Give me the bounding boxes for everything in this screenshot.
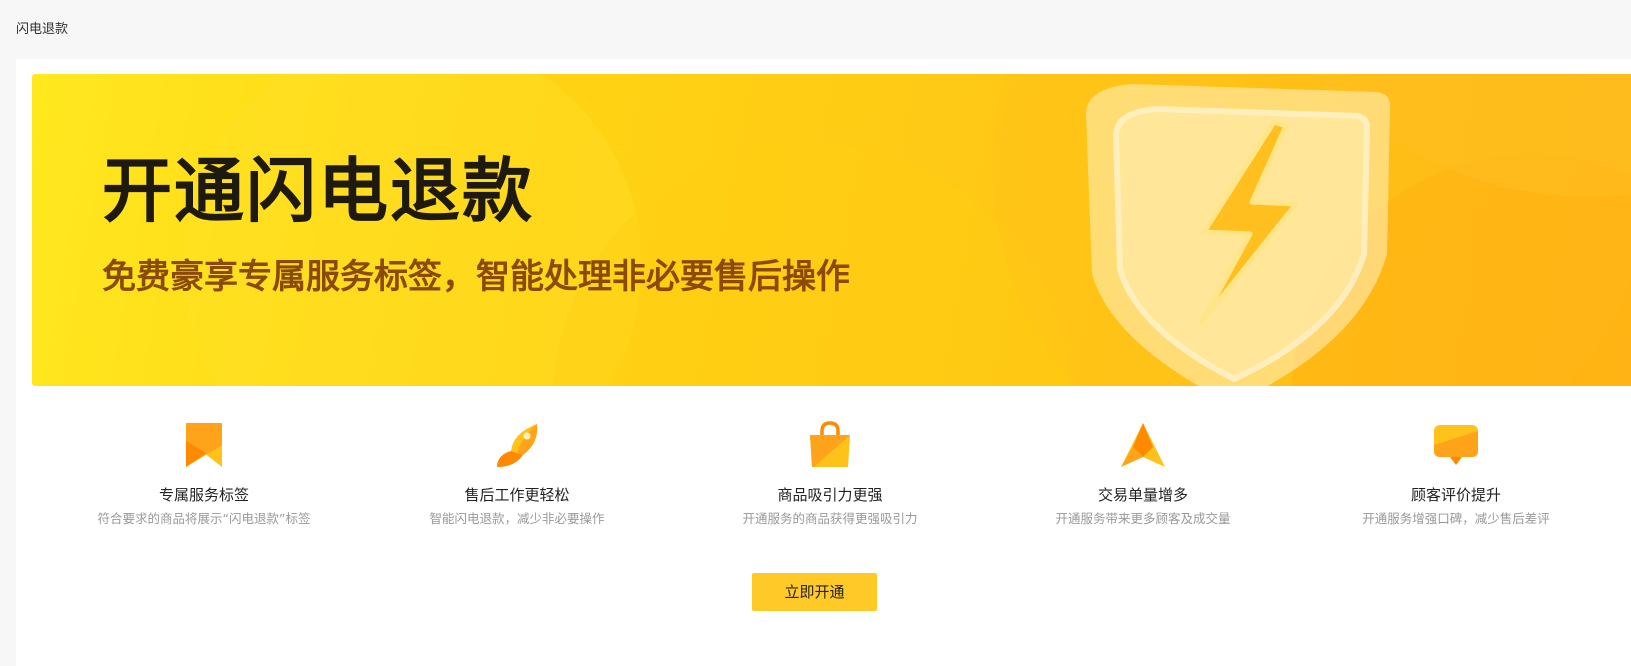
up-arrow-icon — [1121, 423, 1165, 467]
feature-desc: 开通服务的商品获得更强吸引力 — [742, 511, 918, 526]
banner-subtitle: 免费豪享专属服务标签，智能处理非必要售后操作 — [102, 257, 850, 297]
feature-item-easy-aftersales: 售后工作更轻松 智能闪电退款，减少非必要操作 — [377, 421, 657, 527]
banner-title: 开通闪电退款 — [102, 150, 534, 232]
feature-desc: 智能闪电退款，减少非必要操作 — [429, 511, 605, 526]
feature-item-better-reviews: 顾客评价提升 开通服务增强口碑，减少售后差评 — [1316, 421, 1596, 527]
bookmark-icon — [186, 423, 222, 467]
feature-title: 顾客评价提升 — [1410, 486, 1501, 504]
promo-banner: 开通闪电退款 免费豪享专属服务标签，智能处理非必要售后操作 — [32, 74, 1631, 386]
feature-item-service-tag: 专属服务标签 符合要求的商品将展示“闪电退款”标签 — [64, 421, 344, 527]
rocket-icon — [497, 424, 538, 467]
feature-list: 专属服务标签 符合要求的商品将展示“闪电退款”标签 售后工作更轻松 智能闪电退款… — [32, 421, 1631, 541]
feature-item-attraction: 商品吸引力更强 开通服务的商品获得更强吸引力 — [690, 421, 970, 527]
feature-title: 售后工作更轻松 — [464, 486, 570, 504]
page-title: 闪电退款 — [16, 22, 69, 37]
feature-title: 商品吸引力更强 — [777, 486, 883, 504]
chat-bubble-icon — [1434, 425, 1478, 465]
shopping-bag-icon — [810, 421, 850, 467]
feature-title: 交易单量增多 — [1097, 486, 1188, 504]
feature-item-more-orders: 交易单量增多 开通服务带来更多顾客及成交量 — [1003, 421, 1283, 527]
feature-title: 专属服务标签 — [158, 486, 249, 504]
activate-button[interactable]: 立即开通 — [752, 573, 877, 611]
lightning-shield-icon — [1086, 84, 1391, 386]
feature-desc: 开通服务带来更多顾客及成交量 — [1055, 511, 1231, 526]
feature-desc: 符合要求的商品将展示“闪电退款”标签 — [97, 511, 311, 526]
main-panel: 开通闪电退款 免费豪享专属服务标签，智能处理非必要售后操作 专属服务标签 符合要… — [16, 59, 1631, 666]
feature-desc: 开通服务增强口碑，减少售后差评 — [1362, 511, 1550, 526]
